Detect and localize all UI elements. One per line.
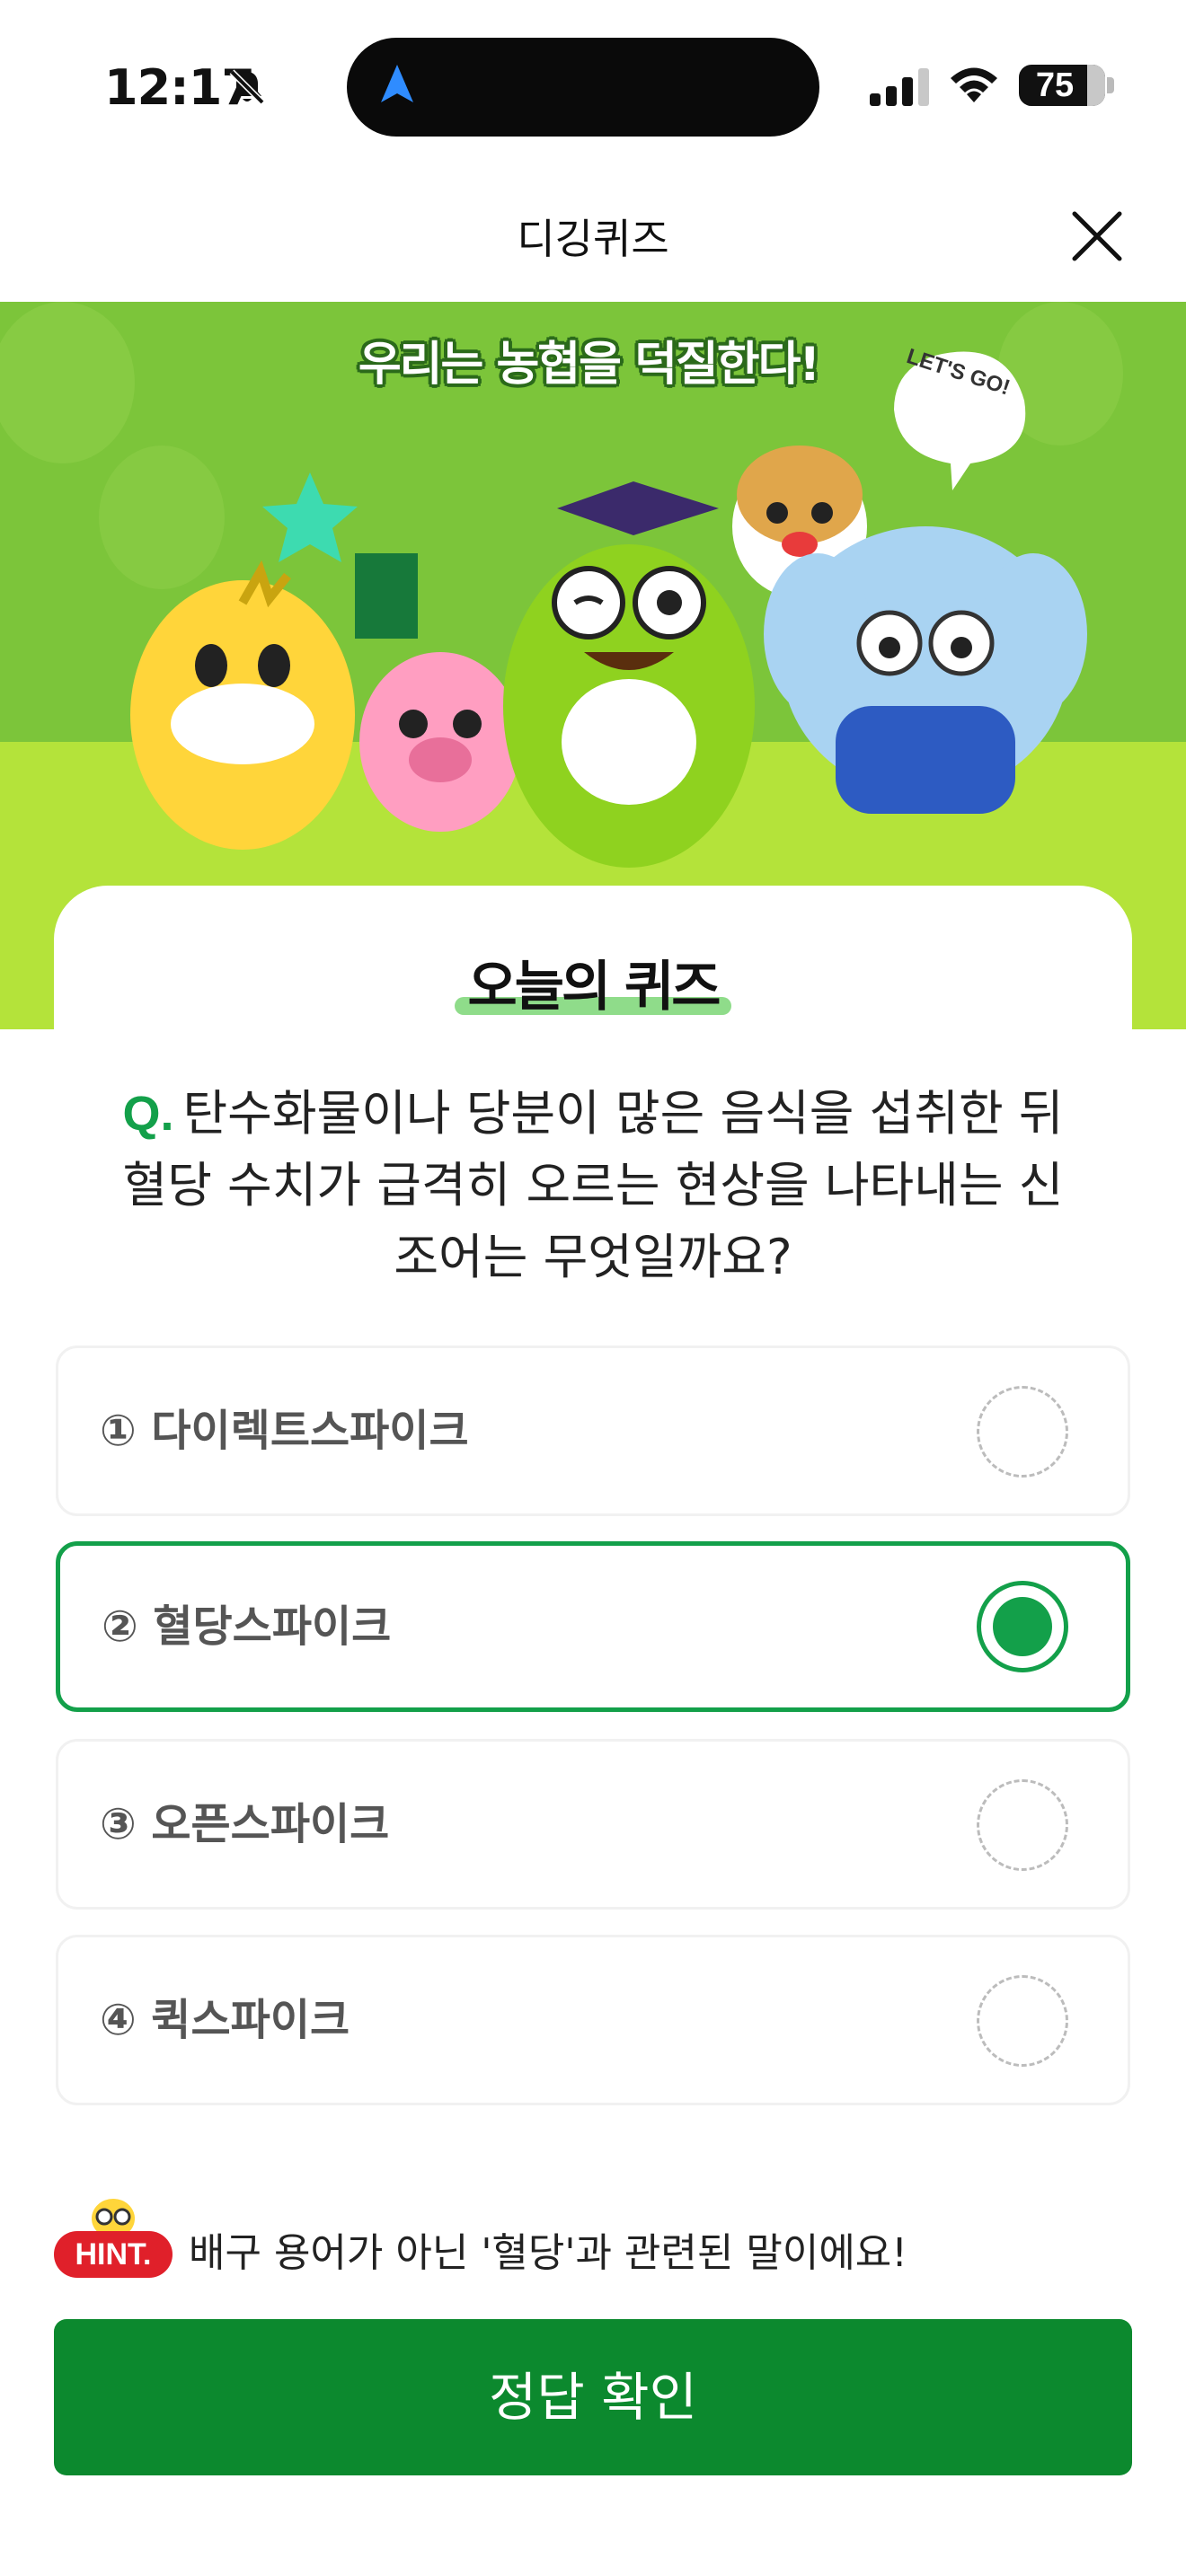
question-text-block: Q. 탄수화물이나 당분이 많은 음식을 섭취한 뒤 혈당 수치가 급격히 오르는… [108,1078,1078,1293]
app-header: 디깅퀴즈 [0,171,1186,302]
answer-option-2[interactable]: ② 혈당스파이크 [56,1541,1130,1712]
quiz-title-wrap: 오늘의 퀴즈 [0,943,1186,1021]
banner-slogan: 우리는 농협을 덕질한다! [358,338,820,392]
battery-nub [1107,77,1114,93]
hint-badge-icon: HINT. [54,2199,173,2278]
location-arrow-icon [381,65,413,102]
signal-icon [870,68,929,106]
status-bar: 12:17 75 [0,0,1186,171]
quiz-title: 오늘의 퀴즈 [467,956,721,1019]
answer-option-1[interactable]: ① 다이렉트스파이크 [56,1345,1130,1516]
hint-text: 배구 용어가 아닌 '혈당'과 관련된 말이에요! [189,2230,907,2276]
answer-option-4[interactable]: ④ 퀵스파이크 [56,1935,1130,2105]
option-label: ① 다이렉트스파이크 [100,1406,469,1456]
battery-icon: 75 [1019,65,1105,106]
battery-level: 75 [1035,66,1075,104]
radio-selected-dot [993,1597,1052,1656]
question-text: 탄수화물이나 당분이 많은 음식을 섭취한 뒤 혈당 수치가 급격히 오르는 현… [122,1085,1064,1285]
dynamic-island [347,38,819,137]
option-label: ④ 퀵스파이크 [100,1995,350,2045]
radio-button[interactable] [977,1779,1068,1871]
svg-text:HINT.: HINT. [75,2237,152,2272]
radio-button-selected[interactable] [977,1581,1068,1672]
wifi-icon [951,67,997,102]
option-label: ② 혈당스파이크 [102,1601,392,1652]
radio-button[interactable] [977,1386,1068,1478]
answer-option-3[interactable]: ③ 오픈스파이크 [56,1739,1130,1910]
bell-slash-icon [229,69,265,105]
close-icon[interactable] [1066,205,1128,268]
question-mark: Q. [122,1087,174,1141]
radio-button[interactable] [977,1975,1068,2067]
confirm-answer-button[interactable]: 정답 확인 [54,2319,1132,2475]
option-label: ③ 오픈스파이크 [100,1799,390,1849]
page-title: 디깅퀴즈 [517,215,669,263]
